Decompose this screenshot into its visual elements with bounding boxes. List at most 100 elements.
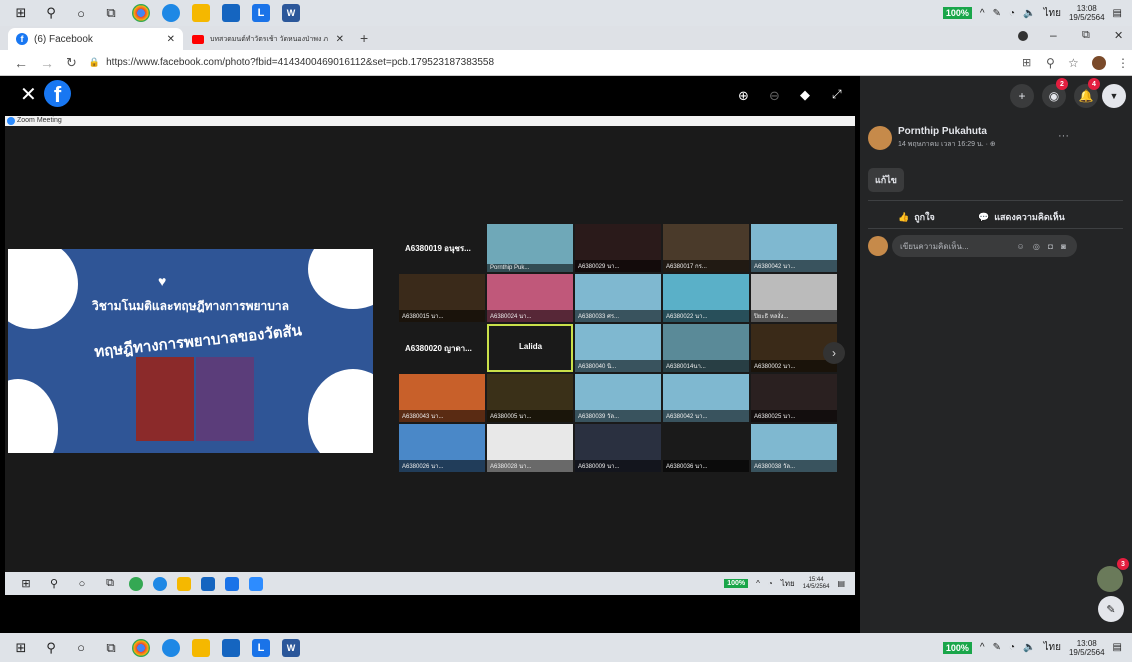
participant-tile[interactable]: A6380039 วัล... <box>575 374 661 422</box>
cortana-icon[interactable]: ○ <box>72 4 90 22</box>
word-icon[interactable]: W <box>282 4 300 22</box>
more-options-button[interactable]: ··· <box>1058 130 1069 142</box>
zoom-in-icon[interactable]: ⊕ <box>738 88 749 104</box>
url-input[interactable]: https://www.facebook.com/photo?fbid=4143… <box>106 57 494 68</box>
bookmark-star-icon[interactable]: ☆ <box>1068 56 1079 70</box>
chat-badge: 3 <box>1117 558 1129 570</box>
cortana-icon[interactable]: ○ <box>72 639 90 657</box>
participant-tile[interactable]: A6380025 นา... <box>751 374 837 422</box>
participant-tile[interactable]: A6380038 วัล... <box>751 424 837 472</box>
participant-tile[interactable]: A6380026 นา... <box>399 424 485 472</box>
notifications-badge: 4 <box>1088 78 1100 90</box>
comment-input[interactable]: เขียนความคิดเห็น... ☺ ◎ ◘ ◙ <box>892 235 1077 257</box>
participant-tile[interactable]: A6380029 นา... <box>575 224 661 272</box>
participant-tile[interactable]: A6380043 นา... <box>399 374 485 422</box>
profile-icon[interactable] <box>1018 31 1028 41</box>
task-view-icon[interactable]: ⧉ <box>102 639 120 657</box>
participant-tile[interactable]: A6380024 นา... <box>487 274 573 322</box>
notification-icon[interactable]: ▤ <box>1113 8 1122 19</box>
line-app-icon[interactable]: L <box>252 4 270 22</box>
word-icon[interactable]: W <box>282 638 300 657</box>
chevron-up-icon[interactable]: ^ <box>980 642 985 653</box>
store-icon[interactable] <box>222 638 240 657</box>
participant-tile[interactable]: A6380005 นา... <box>487 374 573 422</box>
minimize-icon[interactable]: – <box>1050 28 1057 42</box>
participant-tile[interactable]: A6380040 นิ... <box>575 324 661 372</box>
close-icon[interactable]: ✕ <box>336 34 344 45</box>
participant-tile[interactable]: Pornthip Puk... <box>487 224 573 272</box>
task-view-icon[interactable]: ⧉ <box>102 4 120 22</box>
new-tab-button[interactable]: + <box>360 30 368 46</box>
zoom-icon[interactable]: ⚲ <box>1046 56 1055 70</box>
translate-icon[interactable]: ⊞ <box>1022 56 1031 69</box>
chrome-icon <box>129 576 143 591</box>
participant-tile[interactable]: A6380019 อนุชร... <box>399 224 485 272</box>
tab-youtube[interactable]: บทสวดมนต์ทำวัตรเช้า วัดหนองป่าพง ภ ✕ <box>184 28 352 50</box>
edge-icon[interactable] <box>162 4 180 22</box>
post-author[interactable]: Pornthip Pukahuta <box>898 126 987 137</box>
tab-facebook[interactable]: f (6) Facebook ✕ <box>8 28 183 50</box>
fullscreen-icon[interactable]: ⤢ <box>832 87 842 102</box>
wifi-icon[interactable]: ◔ <box>1009 8 1015 19</box>
avatar[interactable] <box>1092 55 1106 70</box>
close-window-icon[interactable]: ✕ <box>1114 29 1123 42</box>
notification-icon[interactable]: ▤ <box>1113 642 1122 653</box>
close-icon[interactable]: ✕ <box>20 82 37 107</box>
new-message-icon[interactable]: ✎ <box>1098 596 1124 622</box>
search-icon[interactable]: ⚲ <box>42 4 60 22</box>
edit-button[interactable]: แก้ไข <box>868 168 904 192</box>
forward-icon[interactable]: → <box>40 55 54 71</box>
comment-button[interactable]: 💬 แสดงความคิดเห็น <box>978 210 1065 224</box>
windows-start-icon[interactable]: ⊞ <box>12 4 30 22</box>
like-button[interactable]: 👍 ถูกใจ <box>898 210 935 224</box>
participant-tile[interactable]: A6380042 นา... <box>663 374 749 422</box>
participant-tile[interactable]: A6380022 นา... <box>663 274 749 322</box>
file-explorer-icon[interactable] <box>192 638 210 657</box>
post-timestamp[interactable]: 14 พฤษภาคม เวลา 16:29 น. · ⊕ <box>898 139 996 150</box>
participant-tile[interactable]: A6380017 กร... <box>663 224 749 272</box>
next-page-icon[interactable]: › <box>823 342 845 364</box>
participant-tile[interactable]: A6380036 นา... <box>663 424 749 472</box>
close-icon[interactable]: ✕ <box>167 34 175 45</box>
pen-icon[interactable]: ✎ <box>993 8 1001 19</box>
windows-start-icon[interactable]: ⊞ <box>12 639 30 657</box>
participant-tile[interactable]: A6380014นา... <box>663 324 749 372</box>
edge-icon[interactable] <box>162 638 180 657</box>
participant-tile[interactable]: A6380009 นา... <box>575 424 661 472</box>
participant-tile[interactable]: A6380042 นา... <box>751 224 837 272</box>
participant-tile[interactable]: ปิยะธิ หลงั่ง... <box>751 274 837 322</box>
back-icon[interactable]: ← <box>14 55 28 71</box>
menu-dots-icon[interactable]: ⋮ <box>1117 56 1129 70</box>
facebook-logo-icon[interactable]: f <box>44 80 71 107</box>
emoji-icons[interactable]: ☺ ◎ ◘ ◙ <box>1017 242 1069 251</box>
chrome-icon[interactable] <box>132 4 150 22</box>
line-app-icon[interactable]: L <box>252 638 270 657</box>
wifi-icon[interactable]: ◔ <box>1009 642 1015 653</box>
file-explorer-icon[interactable] <box>192 4 210 22</box>
participant-tile[interactable]: A6380033 ศร... <box>575 274 661 322</box>
lang-indicator[interactable]: ไทย <box>1043 6 1060 21</box>
active-speaker-tile[interactable]: Lalida <box>487 324 573 372</box>
participant-tile[interactable]: A6380015 นา... <box>399 274 485 322</box>
avatar[interactable] <box>868 126 892 150</box>
speaker-icon[interactable]: 🔈 <box>1023 642 1035 653</box>
clock[interactable]: 13:08 19/5/2564 <box>1069 4 1105 22</box>
speaker-icon[interactable]: 🔈 <box>1023 8 1035 19</box>
restore-icon[interactable]: ⧉ <box>1082 29 1090 42</box>
search-icon[interactable]: ⚲ <box>42 639 60 657</box>
lang-indicator[interactable]: ไทย <box>1043 640 1060 655</box>
create-button[interactable]: + <box>1010 84 1034 108</box>
store-icon[interactable] <box>222 4 240 22</box>
clock[interactable]: 13:08 19/5/2564 <box>1069 639 1105 657</box>
participant-tile[interactable]: A6380028 นา... <box>487 424 573 472</box>
pen-icon[interactable]: ✎ <box>993 642 1001 653</box>
chevron-up-icon[interactable]: ^ <box>980 8 985 19</box>
zoom-out-icon[interactable]: ⊖ <box>769 88 780 104</box>
tag-icon[interactable]: ◆ <box>800 87 810 103</box>
participant-tile[interactable]: A6380020 ญาดา... <box>399 324 485 372</box>
chrome-icon[interactable] <box>132 638 150 657</box>
chat-avatar-icon[interactable] <box>1097 566 1123 592</box>
reload-icon[interactable]: ↻ <box>66 55 77 71</box>
account-menu-icon[interactable]: ▼ <box>1102 84 1126 108</box>
comment-icon: 💬 <box>978 211 990 222</box>
